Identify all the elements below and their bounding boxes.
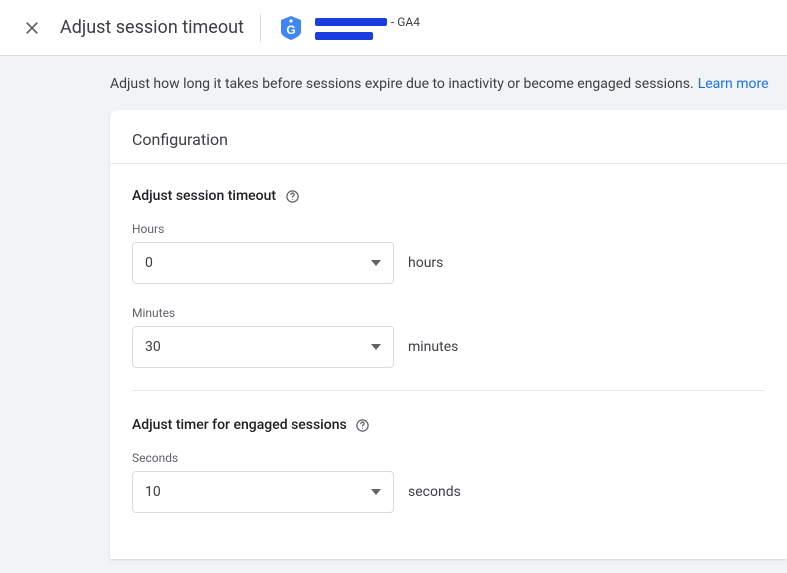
hours-label: Hours xyxy=(132,222,765,236)
dropdown-arrow-icon xyxy=(371,344,381,350)
section-divider xyxy=(132,390,765,391)
dropdown-arrow-icon xyxy=(371,489,381,495)
card-title: Configuration xyxy=(110,110,787,164)
header-divider xyxy=(260,14,261,42)
seconds-select[interactable]: 10 xyxy=(132,471,394,513)
close-button[interactable] xyxy=(12,8,52,48)
help-icon xyxy=(285,189,300,204)
configuration-card: Configuration Adjust session timeout Hou… xyxy=(110,110,787,559)
session-timeout-help-button[interactable] xyxy=(284,188,300,204)
redacted-property-name xyxy=(315,18,387,26)
seconds-unit: seconds xyxy=(408,484,461,500)
minutes-select[interactable]: 30 xyxy=(132,326,394,368)
engaged-help-button[interactable] xyxy=(355,417,371,433)
hours-value: 0 xyxy=(145,255,153,271)
seconds-value: 10 xyxy=(145,484,161,500)
learn-more-link[interactable]: Learn more xyxy=(698,76,769,92)
redacted-property-id xyxy=(315,32,373,40)
ga4-tag-icon: G xyxy=(277,14,305,42)
close-icon xyxy=(23,19,41,37)
svg-text:G: G xyxy=(286,23,295,37)
description-row: Adjust how long it takes before sessions… xyxy=(0,56,787,110)
hours-select[interactable]: 0 xyxy=(132,242,394,284)
hours-unit: hours xyxy=(408,255,443,271)
session-timeout-heading-text: Adjust session timeout xyxy=(132,188,276,204)
help-icon xyxy=(355,418,370,433)
dropdown-arrow-icon xyxy=(371,260,381,266)
engaged-heading-text: Adjust timer for engaged sessions xyxy=(132,417,347,433)
minutes-unit: minutes xyxy=(408,339,458,355)
panel-header: Adjust session timeout G - GA4 xyxy=(0,0,787,56)
property-suffix: - GA4 xyxy=(391,15,420,29)
minutes-label: Minutes xyxy=(132,306,765,320)
engaged-heading: Adjust timer for engaged sessions xyxy=(132,417,765,433)
property-info: - GA4 xyxy=(315,15,420,40)
page-title: Adjust session timeout xyxy=(60,17,244,38)
session-timeout-heading: Adjust session timeout xyxy=(132,188,765,204)
seconds-label: Seconds xyxy=(132,451,765,465)
description-text: Adjust how long it takes before sessions… xyxy=(110,76,694,92)
minutes-value: 30 xyxy=(145,339,161,355)
